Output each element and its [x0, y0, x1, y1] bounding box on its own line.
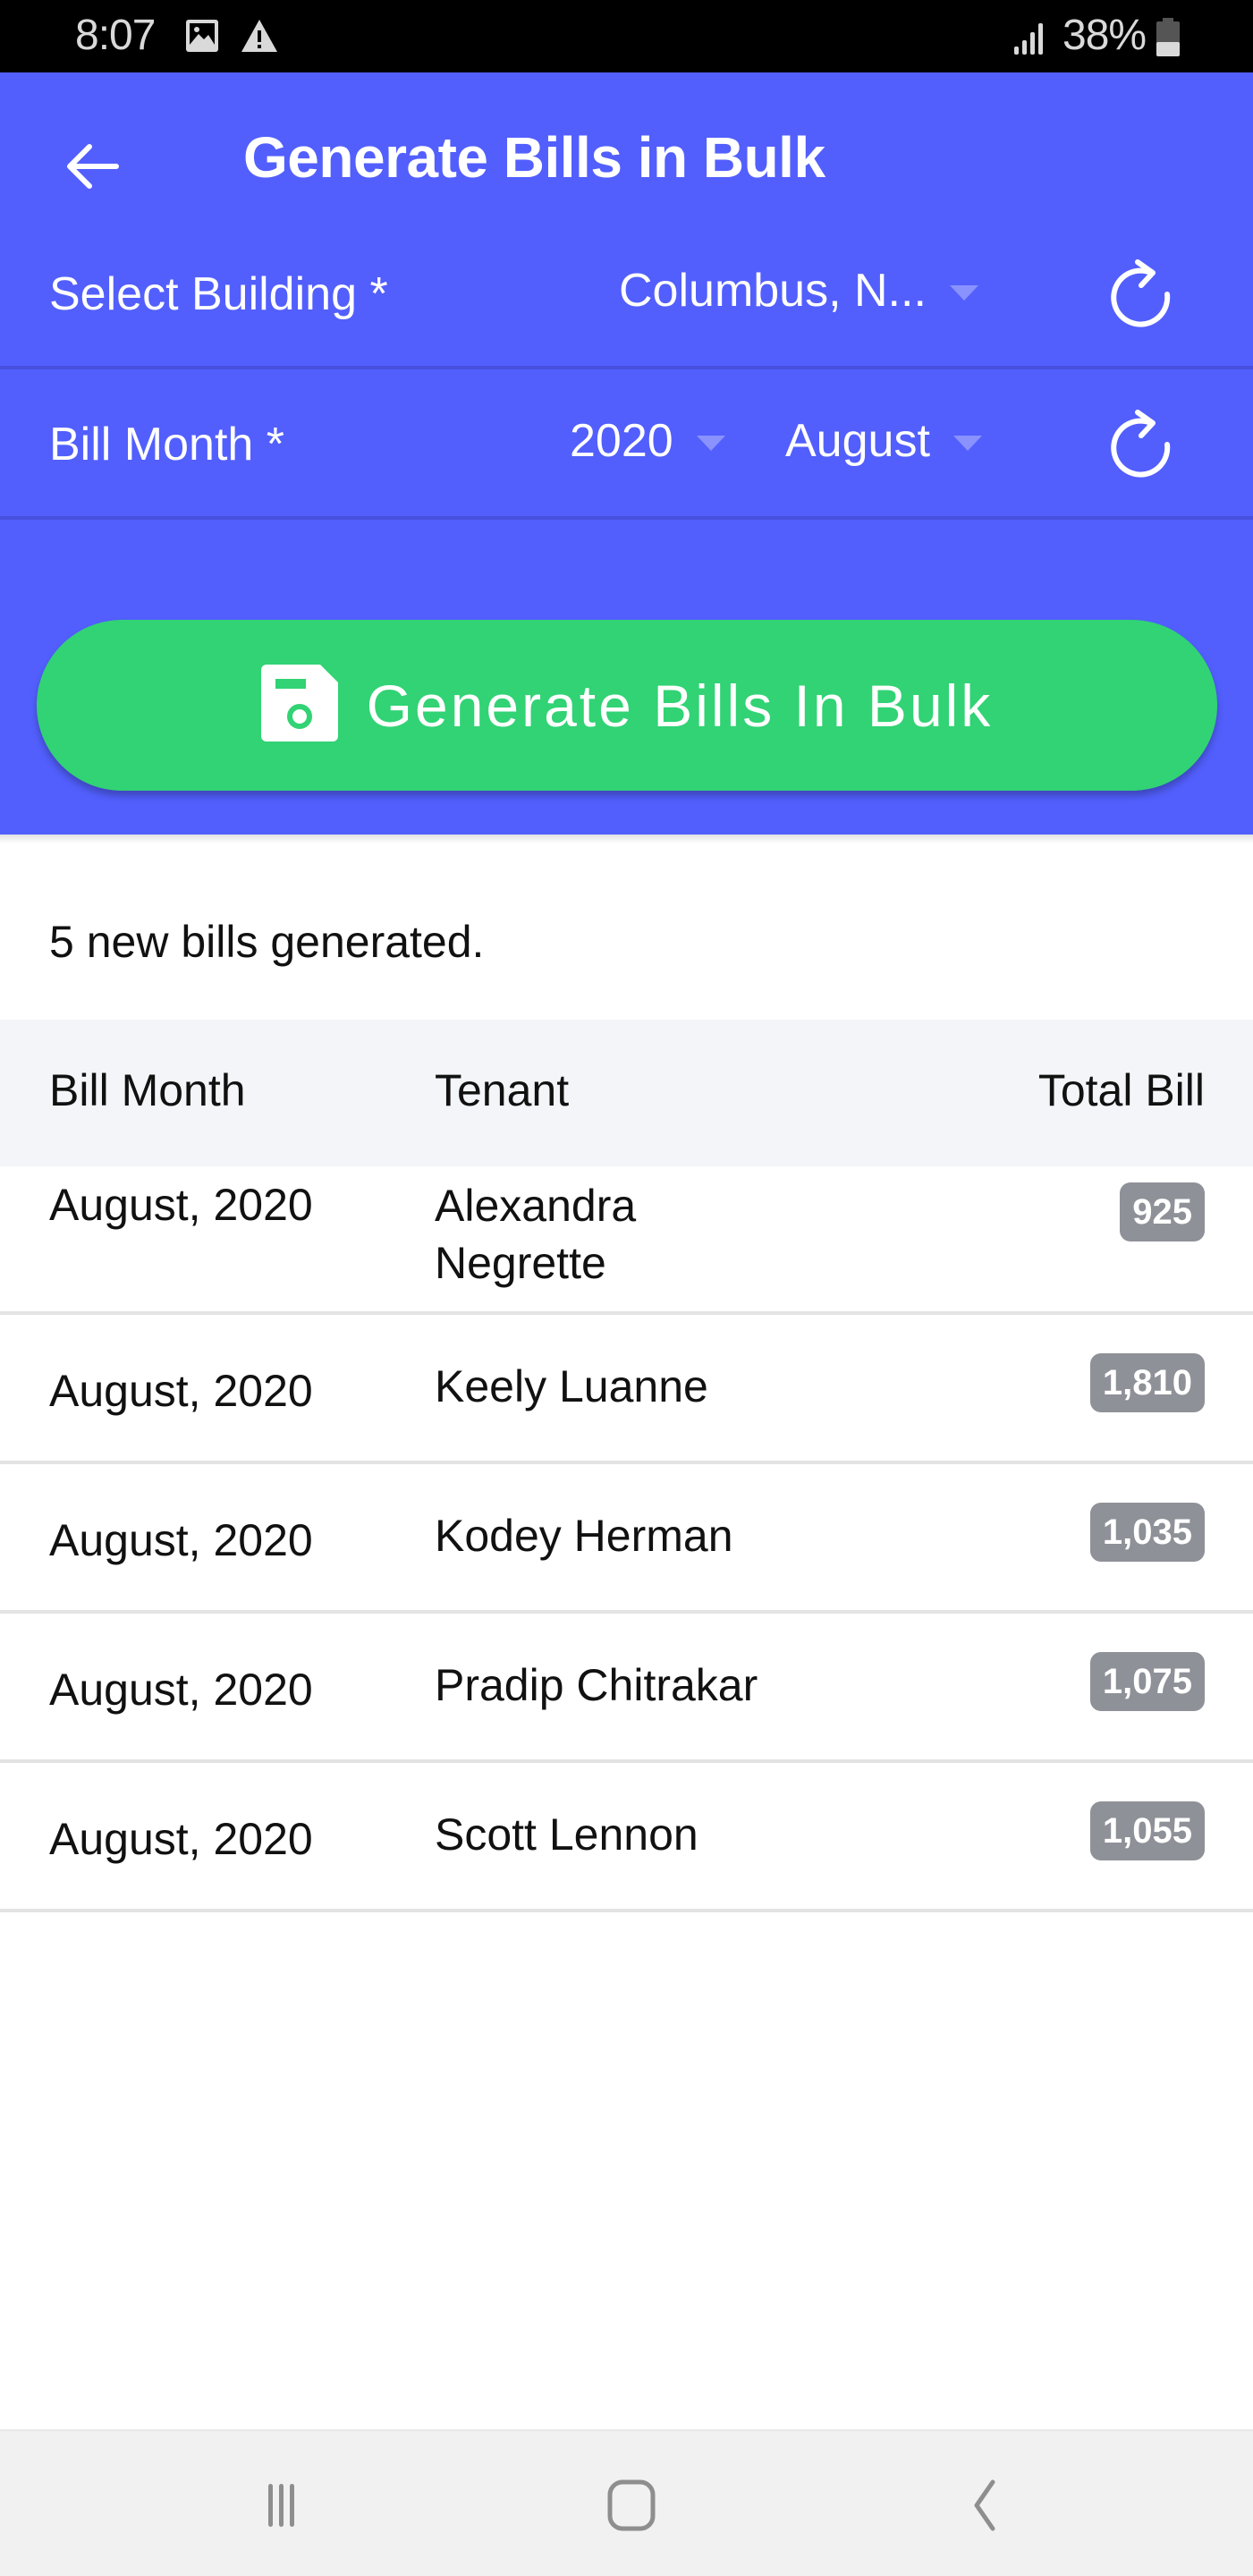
- table-row[interactable]: August, 2020 Keely Luanne 1,810: [0, 1315, 1253, 1464]
- back-nav-button[interactable]: [948, 2476, 1020, 2538]
- signal-icon: [1013, 21, 1047, 55]
- table-row[interactable]: August, 2020 Alexandra Negrette 925: [0, 1166, 1253, 1315]
- month-select[interactable]: August: [785, 414, 982, 468]
- building-select-value: Columbus, N...: [619, 265, 927, 317]
- battery-percent: 38%: [1063, 12, 1147, 59]
- bill-month-row: Bill Month * 2020 August: [0, 371, 1253, 520]
- total-bill-badge: 1,075: [1089, 1652, 1205, 1711]
- table-row[interactable]: August, 2020 Kodey Herman 1,035: [0, 1464, 1253, 1614]
- refresh-icon: [1102, 259, 1182, 341]
- cell-tenant: Scott Lennon: [435, 1809, 698, 1860]
- app-header: Generate Bills in Bulk Select Building *…: [0, 72, 1253, 835]
- header-shadow: [0, 835, 1253, 843]
- column-header-total-bill: Total Bill: [1037, 1065, 1205, 1115]
- bill-month-refresh-button[interactable]: [1102, 407, 1182, 487]
- chevron-down-icon: [952, 435, 982, 451]
- cell-bill-month: August, 2020: [49, 1814, 313, 1864]
- bill-month-label: Bill Month *: [49, 419, 284, 470]
- cell-tenant: Alexandra Negrette: [435, 1181, 637, 1288]
- generate-bills-button[interactable]: Generate Bills In Bulk: [37, 620, 1217, 791]
- page-title: Generate Bills in Bulk: [243, 125, 825, 190]
- refresh-icon: [1102, 410, 1182, 491]
- status-time: 8:07: [75, 12, 156, 59]
- building-label: Select Building *: [49, 268, 388, 320]
- table-row[interactable]: August, 2020 Scott Lennon 1,055: [0, 1763, 1253, 1912]
- back-icon: [966, 2479, 1002, 2537]
- warning-icon: [240, 18, 279, 54]
- battery-icon: [1156, 18, 1181, 57]
- cell-tenant: Kodey Herman: [435, 1511, 733, 1561]
- building-row: Select Building * Columbus, N...: [0, 221, 1253, 369]
- cell-tenant: Pradip Chitrakar: [435, 1660, 758, 1710]
- table-header: Bill Month Tenant Total Bill: [0, 1020, 1253, 1166]
- cell-bill-month: August, 2020: [49, 1366, 313, 1416]
- total-bill-badge: 1,035: [1089, 1503, 1205, 1562]
- status-bar: 8:07 38%: [0, 0, 1253, 72]
- generate-bills-label: Generate Bills In Bulk: [366, 672, 994, 739]
- save-icon: [260, 665, 338, 746]
- cell-bill-month: August, 2020: [49, 1180, 313, 1230]
- chevron-down-icon: [949, 284, 978, 301]
- table-row[interactable]: August, 2020 Pradip Chitrakar 1,075: [0, 1614, 1253, 1763]
- home-button[interactable]: [596, 2476, 667, 2538]
- total-bill-badge: 925: [1120, 1182, 1205, 1241]
- recents-icon: [255, 2480, 309, 2535]
- system-nav-bar: [0, 2429, 1253, 2576]
- month-select-value: August: [785, 415, 930, 467]
- building-select[interactable]: Columbus, N...: [619, 264, 978, 318]
- cell-bill-month: August, 2020: [49, 1515, 313, 1565]
- year-select-value: 2020: [570, 415, 673, 467]
- summary-message: 5 new bills generated.: [49, 917, 485, 967]
- cell-tenant: Keely Luanne: [435, 1361, 708, 1411]
- total-bill-badge: 1,055: [1089, 1801, 1205, 1860]
- year-select[interactable]: 2020: [570, 414, 725, 468]
- home-icon: [605, 2479, 658, 2537]
- back-button[interactable]: [54, 131, 129, 206]
- chevron-down-icon: [696, 435, 725, 451]
- bills-table: August, 2020 Alexandra Negrette 925 Augu…: [0, 1166, 1253, 1912]
- gallery-icon: [184, 18, 220, 54]
- arrow-left-icon: [63, 141, 120, 196]
- column-header-tenant: Tenant: [435, 1065, 570, 1115]
- cell-bill-month: August, 2020: [49, 1665, 313, 1715]
- recents-button[interactable]: [246, 2476, 317, 2538]
- building-refresh-button[interactable]: [1102, 257, 1182, 337]
- total-bill-badge: 1,810: [1089, 1353, 1205, 1412]
- column-header-bill-month: Bill Month: [49, 1065, 246, 1115]
